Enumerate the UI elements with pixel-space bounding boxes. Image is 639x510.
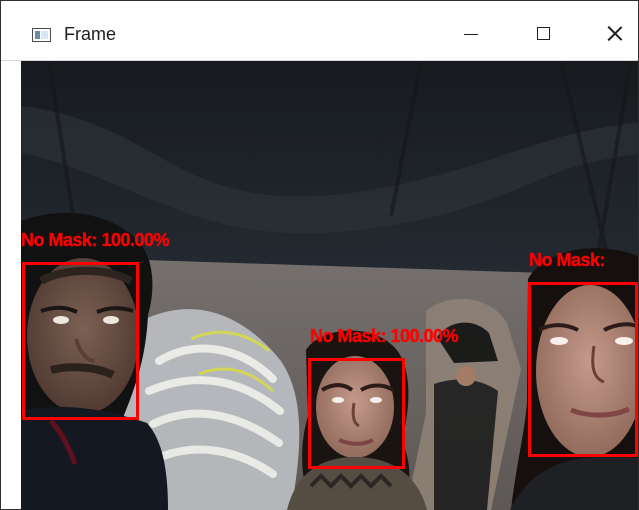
minimize-button[interactable] — [447, 9, 495, 57]
face-detection-box — [308, 358, 405, 469]
camera-frame: No Mask: 100.00% No Mask: 100.00% No Mas… — [21, 61, 638, 510]
maximize-icon — [536, 26, 550, 40]
detection-label: No Mask: 100.00% — [21, 230, 170, 250]
close-icon — [607, 25, 623, 41]
maximize-button[interactable] — [519, 9, 567, 57]
detection-label: No Mask: 100.00% — [310, 326, 459, 346]
minimize-icon — [464, 33, 478, 35]
app-window-icon — [32, 28, 51, 42]
close-button[interactable] — [591, 9, 639, 57]
title-bar[interactable]: Frame — [1, 1, 638, 61]
face-detection-box — [528, 282, 638, 457]
detection-label: No Mask: — [529, 250, 606, 270]
window-title: Frame — [64, 24, 117, 44]
face-detection-box — [22, 262, 139, 420]
frame-window: Frame No Mask: 100.00% No Mask: 100.00% … — [0, 0, 639, 510]
